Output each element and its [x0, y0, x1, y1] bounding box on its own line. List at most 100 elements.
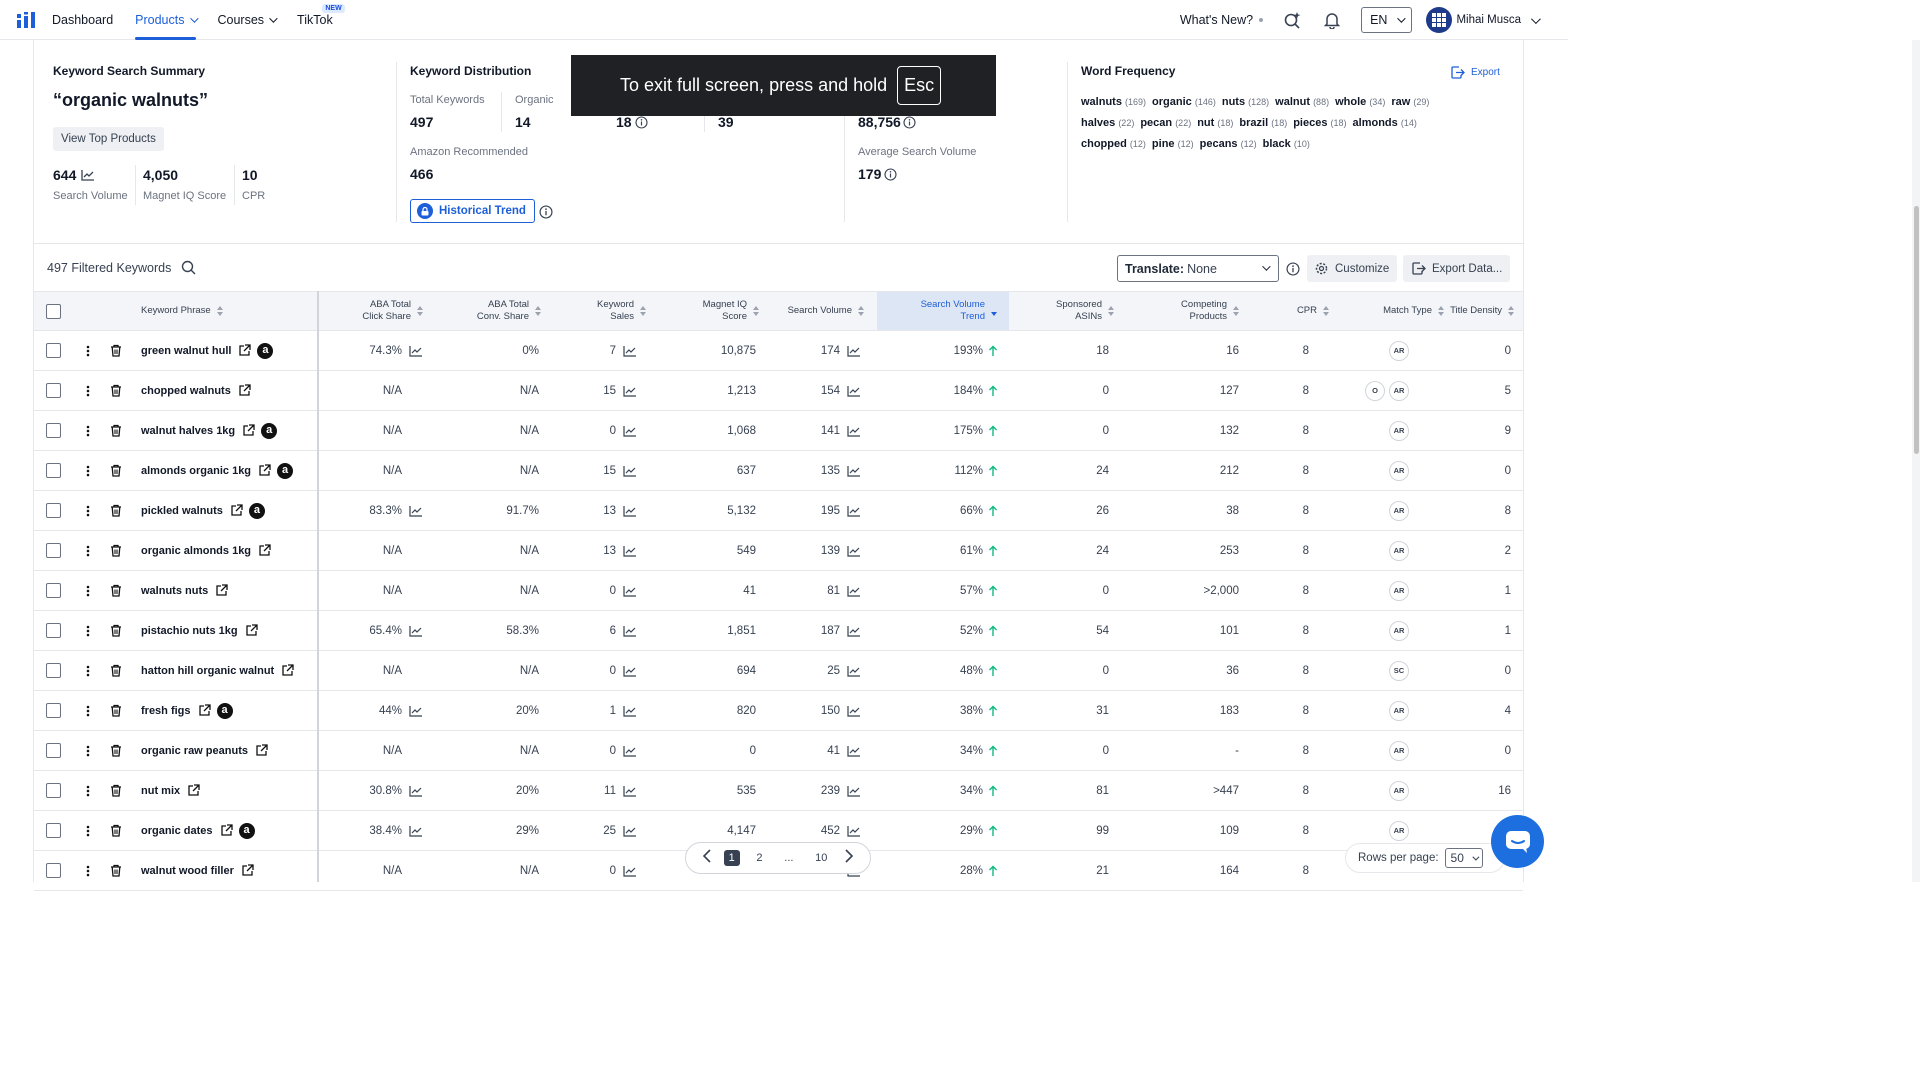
row-checkbox[interactable]: [46, 503, 61, 518]
trend-chart-icon[interactable]: [409, 705, 423, 717]
trend-chart-icon[interactable]: [847, 665, 861, 677]
table-row[interactable]: nut mix 30.8% 20% 11 535 239 34% 81 >447 8 AR 16: [34, 771, 1523, 811]
more-options-icon[interactable]: [86, 545, 90, 557]
trash-icon[interactable]: [110, 504, 122, 517]
row-checkbox[interactable]: [46, 623, 61, 638]
trend-chart-icon[interactable]: [623, 585, 637, 597]
trend-chart-icon[interactable]: [623, 705, 637, 717]
table-row[interactable]: chopped walnuts N/A N/A 15 1,213 154 184% 0 127 8…: [34, 371, 1523, 411]
row-checkbox[interactable]: [46, 823, 61, 838]
sort-icon[interactable]: [1323, 306, 1329, 316]
keyword-phrase[interactable]: organic almonds 1kg: [141, 545, 251, 557]
trend-chart-icon[interactable]: [623, 385, 637, 397]
row-checkbox[interactable]: [46, 423, 61, 438]
sort-icon[interactable]: [216, 306, 223, 316]
sort-icon[interactable]: [417, 306, 423, 316]
row-checkbox[interactable]: [46, 743, 61, 758]
row-checkbox[interactable]: [46, 783, 61, 798]
row-checkbox[interactable]: [46, 463, 61, 478]
trend-chart-icon[interactable]: [847, 785, 861, 797]
more-options-icon[interactable]: [86, 465, 90, 477]
more-options-icon[interactable]: [86, 345, 90, 357]
sort-icon[interactable]: [991, 306, 997, 316]
info-icon[interactable]: [884, 167, 897, 181]
keyword-phrase[interactable]: almonds organic 1kg: [141, 465, 251, 477]
scrollbar-thumb[interactable]: [1914, 206, 1919, 454]
keyword-phrase[interactable]: chopped walnuts: [141, 385, 231, 397]
more-options-icon[interactable]: [86, 425, 90, 437]
trend-chart-icon[interactable]: [847, 505, 861, 517]
keyword-phrase[interactable]: pistachio nuts 1kg: [141, 625, 238, 637]
more-options-icon[interactable]: [86, 585, 90, 597]
keyword-phrase[interactable]: pickled walnuts: [141, 505, 223, 517]
row-checkbox[interactable]: [46, 703, 61, 718]
customize-button[interactable]: Customize: [1307, 255, 1398, 282]
chat-support-button[interactable]: [1491, 815, 1544, 868]
trend-chart-icon[interactable]: [847, 465, 861, 477]
trash-icon[interactable]: [110, 744, 122, 757]
trend-chart-icon[interactable]: [623, 625, 637, 637]
table-row[interactable]: green walnut hull a 74.3% 0% 7 10,875 174 193% 1…: [34, 331, 1523, 371]
table-row[interactable]: hatton hill organic walnut N/A N/A 0 694 25 48…: [34, 651, 1523, 691]
avatar[interactable]: [1426, 7, 1453, 33]
trash-icon[interactable]: [110, 704, 122, 717]
trend-chart-icon[interactable]: [623, 465, 637, 477]
whats-new-link[interactable]: What's New?: [1180, 13, 1264, 27]
external-link-icon[interactable]: [230, 504, 243, 517]
trash-icon[interactable]: [110, 824, 122, 837]
column-header-sv[interactable]: Search Volume: [774, 292, 864, 330]
column-header-kw_sales[interactable]: Keyword Sales: [554, 292, 646, 330]
more-options-icon[interactable]: [86, 785, 90, 797]
table-row[interactable]: walnut halves 1kg a N/A N/A 0 1,068 141 175% 0 13…: [34, 411, 1523, 451]
sort-icon[interactable]: [858, 306, 864, 316]
sort-icon[interactable]: [640, 306, 646, 316]
trash-icon[interactable]: [110, 784, 122, 797]
table-row[interactable]: organic almonds 1kg N/A N/A 13 549 139 61% 24 25…: [34, 531, 1523, 571]
word-frequency-export-button[interactable]: Export: [1450, 65, 1500, 80]
table-row[interactable]: walnuts nuts N/A N/A 0 41 81 57% 0 >2,000 8 AR 1: [34, 571, 1523, 611]
table-row[interactable]: organic raw peanuts N/A N/A 0 0 41 34% 0 - 8 AR 0: [34, 731, 1523, 771]
nav-item-courses[interactable]: Courses: [218, 0, 278, 40]
trend-chart-icon[interactable]: [623, 425, 637, 437]
column-header-cpr[interactable]: CPR: [1254, 292, 1329, 330]
external-link-icon[interactable]: [238, 344, 252, 357]
table-row[interactable]: pickled walnuts a 83.3% 91.7% 13 5,132 195 66% 2…: [34, 491, 1523, 531]
rows-per-page-select[interactable]: 50: [1444, 848, 1483, 868]
keyword-phrase[interactable]: green walnut hull: [141, 345, 231, 357]
more-options-icon[interactable]: [86, 625, 90, 637]
table-row[interactable]: fresh figs a 44% 20% 1 820 150 38% 31 183 8 AR 4: [34, 691, 1523, 731]
trash-icon[interactable]: [110, 464, 122, 477]
external-link-icon[interactable]: [255, 744, 268, 757]
keyword-phrase[interactable]: organic raw peanuts: [141, 745, 248, 757]
keyword-phrase[interactable]: nut mix: [141, 785, 180, 797]
trend-chart-icon[interactable]: [409, 345, 423, 357]
info-icon[interactable]: [539, 205, 553, 219]
next-page-button[interactable]: [844, 848, 854, 868]
trash-icon[interactable]: [110, 424, 122, 437]
trend-chart-icon[interactable]: [847, 545, 861, 557]
translate-select[interactable]: Translate: None: [1117, 255, 1279, 282]
external-link-icon[interactable]: [258, 544, 271, 557]
page-button[interactable]: 1: [723, 850, 740, 866]
nav-item-dashboard[interactable]: Dashboard: [52, 0, 113, 40]
user-menu[interactable]: Mihai Musca: [1456, 13, 1541, 26]
trend-chart-icon[interactable]: [847, 345, 861, 357]
trash-icon[interactable]: [110, 544, 122, 557]
keyword-phrase[interactable]: organic dates: [141, 825, 213, 837]
column-header-phrase[interactable]: Keyword Phrase: [129, 292, 239, 330]
trash-icon[interactable]: [110, 664, 122, 677]
page-button[interactable]: 2: [751, 850, 767, 866]
trend-chart-icon[interactable]: [623, 505, 637, 517]
column-header-aba_conv[interactable]: ABA Total Conv. Share: [434, 292, 541, 330]
column-header-comp[interactable]: Competing Products: [1129, 292, 1239, 330]
info-icon[interactable]: [1286, 262, 1300, 276]
column-header-miq[interactable]: Magnet IQ Score: [659, 292, 759, 330]
external-link-icon[interactable]: [238, 384, 251, 397]
trend-chart-icon[interactable]: [623, 665, 637, 677]
sort-icon[interactable]: [1508, 306, 1514, 316]
trend-chart-icon[interactable]: [409, 825, 423, 837]
keyword-phrase[interactable]: walnut wood filler: [141, 865, 234, 877]
trash-icon[interactable]: [110, 624, 122, 637]
language-select[interactable]: EN: [1361, 7, 1413, 33]
external-link-icon[interactable]: [220, 824, 233, 837]
